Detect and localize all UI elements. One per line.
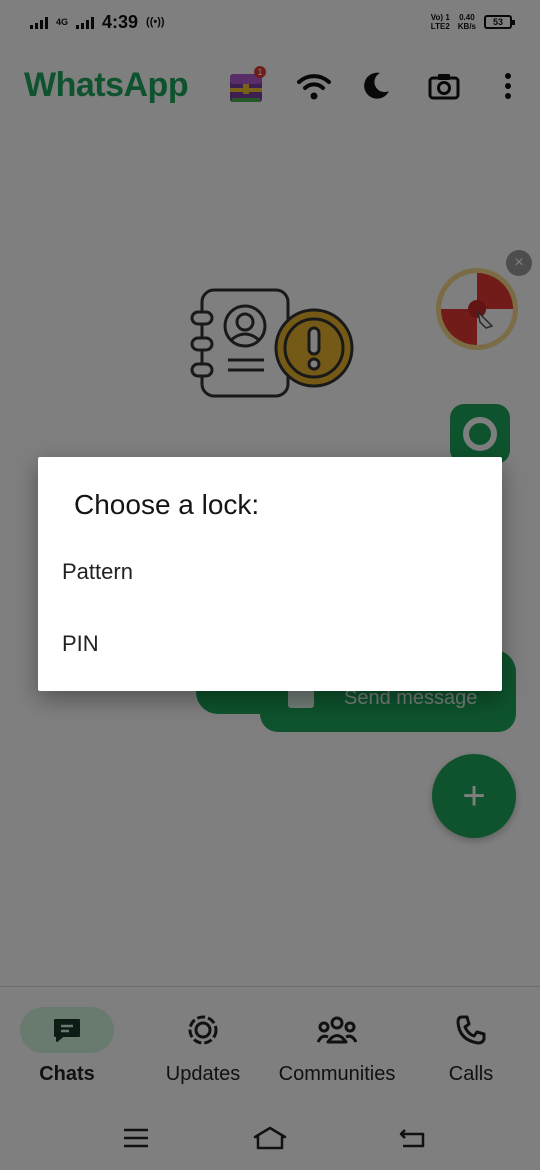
choose-lock-dialog: Choose a lock: Pattern PIN (38, 457, 502, 691)
lock-option-pattern[interactable]: Pattern (38, 537, 502, 607)
dialog-title: Choose a lock: (74, 489, 260, 520)
lock-option-pin[interactable]: PIN (38, 609, 502, 679)
